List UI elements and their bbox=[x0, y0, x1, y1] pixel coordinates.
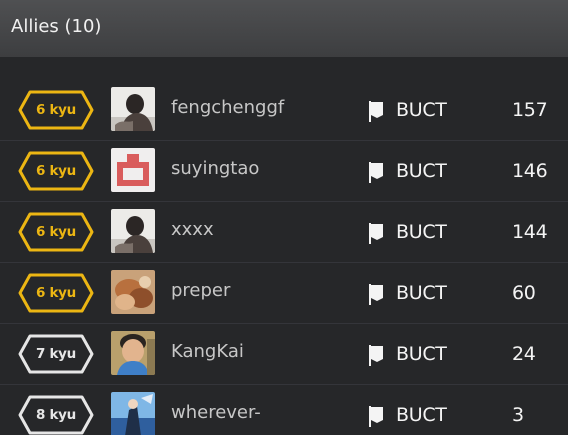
list-item: 6 kyu fengchenggf BUCT 157 bbox=[0, 80, 568, 141]
rank-badge: 6 kyu bbox=[18, 90, 94, 130]
flag-icon bbox=[369, 223, 383, 244]
rank-label: 6 kyu bbox=[36, 285, 76, 301]
clan-name: BUCT bbox=[396, 282, 447, 304]
avatar[interactable] bbox=[111, 331, 155, 375]
flag-icon bbox=[369, 101, 383, 122]
panel-header: Allies (10) bbox=[0, 0, 568, 57]
rank-badge: 6 kyu bbox=[18, 151, 94, 191]
list-item: 6 kyu suyingtao BUCT 146 bbox=[0, 141, 568, 202]
avatar[interactable] bbox=[111, 392, 155, 435]
photo-avatar-icon bbox=[111, 87, 155, 131]
flag-icon bbox=[369, 284, 383, 305]
list-item: 6 kyu xxxx BUCT 144 bbox=[0, 202, 568, 263]
rank-badge: 6 kyu bbox=[18, 212, 94, 252]
clan-name: BUCT bbox=[396, 221, 447, 243]
honor-score: 24 bbox=[512, 343, 536, 365]
rank-badge: 7 kyu bbox=[18, 334, 94, 374]
avatar[interactable] bbox=[111, 209, 155, 253]
allies-panel: Allies (10) 6 kyu fengchenggf BUCT 157 6… bbox=[0, 0, 568, 435]
flag-icon bbox=[369, 162, 383, 183]
photo-avatar-icon bbox=[111, 270, 155, 314]
username-link[interactable]: suyingtao bbox=[171, 157, 259, 181]
rank-label: 7 kyu bbox=[36, 346, 76, 362]
pixel-avatar-icon bbox=[111, 148, 155, 192]
username-link[interactable]: KangKai bbox=[171, 340, 244, 364]
clan-name: BUCT bbox=[396, 160, 447, 182]
avatar[interactable] bbox=[111, 270, 155, 314]
rank-badge: 8 kyu bbox=[18, 395, 94, 435]
allies-list: 6 kyu fengchenggf BUCT 157 6 kyu suyingt… bbox=[0, 80, 568, 435]
photo-avatar-icon bbox=[111, 392, 155, 435]
rank-badge: 6 kyu bbox=[18, 273, 94, 313]
photo-avatar-icon bbox=[111, 331, 155, 375]
rank-label: 8 kyu bbox=[36, 407, 76, 423]
honor-score: 146 bbox=[512, 160, 548, 182]
list-item: 6 kyu preper BUCT 60 bbox=[0, 263, 568, 324]
username-link[interactable]: xxxx bbox=[171, 218, 214, 242]
clan-name: BUCT bbox=[396, 343, 447, 365]
rank-label: 6 kyu bbox=[36, 163, 76, 179]
list-item: 8 kyu wherever- BUCT 3 bbox=[0, 385, 568, 435]
honor-score: 144 bbox=[512, 221, 548, 243]
panel-title: Allies (10) bbox=[11, 16, 102, 37]
list-item: 7 kyu KangKai BUCT 24 bbox=[0, 324, 568, 385]
rank-label: 6 kyu bbox=[36, 102, 76, 118]
honor-score: 3 bbox=[512, 404, 524, 426]
username-link[interactable]: wherever- bbox=[171, 401, 261, 425]
avatar[interactable] bbox=[111, 148, 155, 192]
rank-label: 6 kyu bbox=[36, 224, 76, 240]
username-link[interactable]: fengchenggf bbox=[171, 96, 284, 120]
clan-name: BUCT bbox=[396, 99, 447, 121]
avatar[interactable] bbox=[111, 87, 155, 131]
flag-icon bbox=[369, 345, 383, 366]
username-link[interactable]: preper bbox=[171, 279, 230, 303]
honor-score: 157 bbox=[512, 99, 548, 121]
photo-avatar-icon bbox=[111, 209, 155, 253]
flag-icon bbox=[369, 406, 383, 427]
clan-name: BUCT bbox=[396, 404, 447, 426]
honor-score: 60 bbox=[512, 282, 536, 304]
